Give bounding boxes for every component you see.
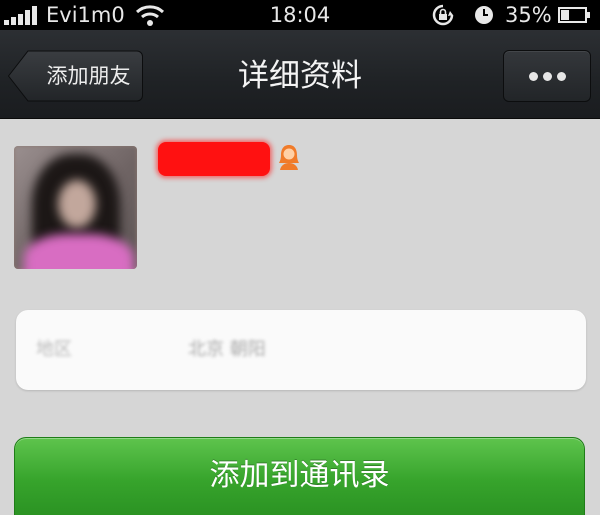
battery-icon — [558, 7, 590, 23]
alarm-icon — [475, 6, 493, 24]
profile-name-redacted — [158, 142, 270, 176]
more-options-button[interactable] — [503, 50, 591, 102]
add-to-contacts-button[interactable]: 添加到通讯录 — [14, 437, 585, 515]
battery-percent: 35% — [505, 3, 552, 27]
nav-bar: 添加朋友 详细资料 — [0, 30, 600, 119]
female-icon — [279, 145, 299, 170]
region-row: 地区 北京 朝阳 — [16, 310, 586, 390]
back-button[interactable]: 添加朋友 — [8, 50, 143, 102]
more-dots-icon — [529, 72, 538, 81]
avatar[interactable] — [14, 146, 137, 269]
status-bar: Evi1m0 18:04 35% — [0, 0, 600, 30]
rotation-lock-icon — [432, 4, 454, 26]
back-button-label: 添加朋友 — [46, 64, 131, 88]
region-label: 地区 — [36, 339, 72, 360]
page-title: 详细资料 — [238, 58, 362, 94]
region-value: 北京 朝阳 — [188, 339, 266, 360]
